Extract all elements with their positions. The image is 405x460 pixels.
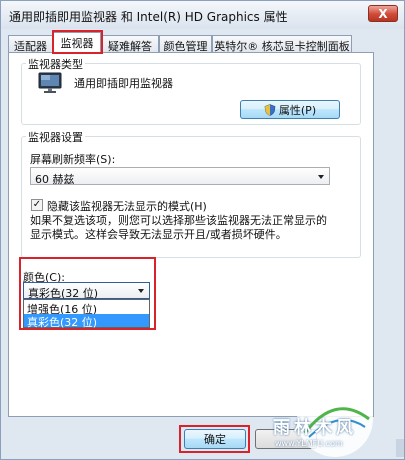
colors-select[interactable]: 真彩色(32 位) (23, 282, 150, 300)
close-icon: X (378, 6, 388, 21)
refresh-rate-label: 屏幕刷新频率(S): (30, 153, 116, 166)
shield-icon (264, 103, 276, 116)
monitor-settings-label: 监视器设置 (26, 129, 85, 145)
watermark-logo: 雨林木风 www.YLMFU.com (269, 381, 401, 457)
ok-button[interactable]: 确定 (184, 429, 246, 449)
monitor-settings-group: 监视器设置 屏幕刷新频率(S): 60 赫兹 ✓ 隐藏该监视器无法显示的模式(H… (21, 129, 361, 258)
chevron-down-icon (318, 175, 324, 179)
tab-color-management[interactable]: 颜色管理 (159, 35, 212, 53)
checkmark-icon: ✓ (32, 199, 42, 210)
properties-button-label: 属性(P) (278, 103, 317, 117)
tab-monitor[interactable]: 监视器 (53, 32, 101, 53)
colors-option-32bit[interactable]: 真彩色(32 位) (24, 314, 149, 329)
close-button[interactable]: X (368, 5, 398, 22)
tab-adapter[interactable]: 适配器 (8, 35, 53, 53)
hint-text-line2: 显示模式。这样会导致无法显示开且/或者损坏硬件。 (30, 228, 287, 241)
hide-modes-checkbox[interactable]: ✓ (31, 199, 43, 211)
monitor-type-label: 监视器类型 (26, 56, 85, 72)
properties-dialog: 通用即插即用监视器 和 Intel(R) HD Graphics 属性 X 适配… (0, 0, 405, 460)
ok-button-label: 确定 (204, 433, 226, 446)
colors-option-16bit[interactable]: 增强色(16 位) (24, 301, 149, 316)
monitor-icon (38, 72, 62, 93)
watermark-url: www.YLMFU.com (275, 439, 343, 448)
monitor-name: 通用即插即用监视器 (74, 77, 173, 90)
refresh-rate-select[interactable]: 60 赫兹 (30, 167, 330, 186)
refresh-rate-value: 60 赫兹 (35, 173, 75, 186)
chevron-down-icon (138, 289, 144, 293)
window-title: 通用即插即用监视器 和 Intel(R) HD Graphics 属性 (9, 10, 288, 24)
watermark-brand: 雨林木风 (273, 418, 357, 438)
title-bar: 通用即插即用监视器 和 Intel(R) HD Graphics 属性 X (1, 1, 404, 29)
tab-intel-control-panel[interactable]: 英特尔® 核芯显卡控制面板 (212, 35, 352, 53)
monitor-type-group: 监视器类型 通用即插即用监视器 属性(P) (21, 56, 361, 125)
colors-dropdown-list: 增强色(16 位) 真彩色(32 位) (23, 299, 150, 329)
tab-troubleshoot[interactable]: 疑难解答 (101, 35, 159, 53)
monitor-tab-panel: 监视器类型 通用即插即用监视器 属性(P) 监视器设置 屏幕刷新频率(S): 6… (8, 52, 374, 417)
properties-button[interactable]: 属性(P) (240, 100, 340, 119)
